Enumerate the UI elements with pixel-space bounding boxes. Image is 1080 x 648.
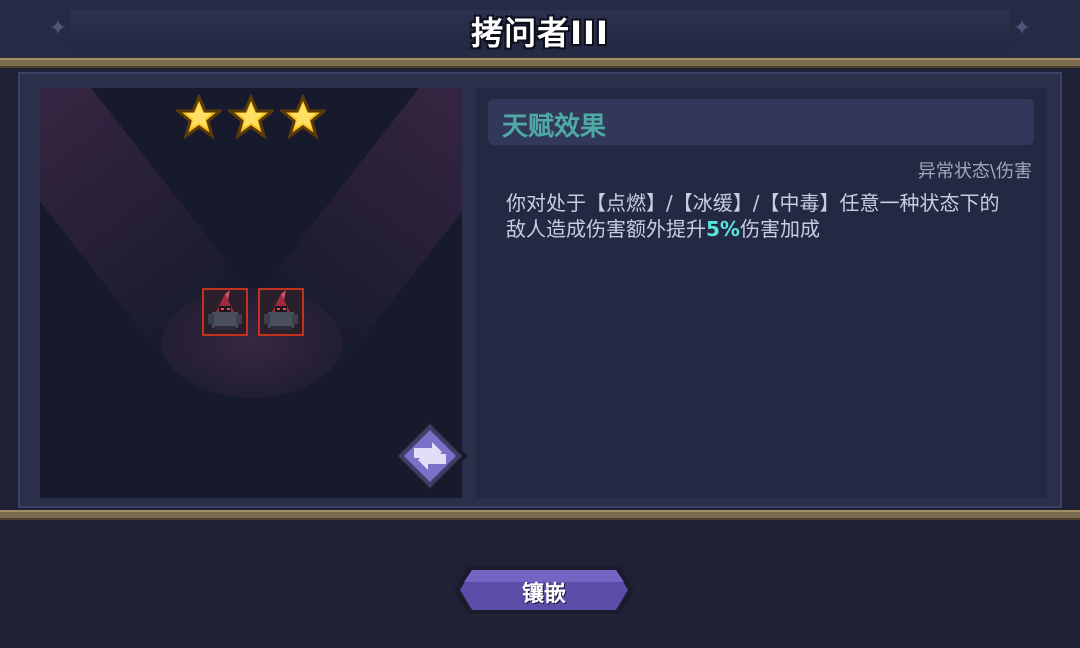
star-rating: [176, 94, 336, 140]
swap-arrows-icon: [392, 418, 468, 494]
talent-section-title: 天赋效果: [502, 112, 607, 142]
embed-button[interactable]: 镶嵌: [452, 564, 636, 616]
star-icon: [176, 94, 222, 140]
talent-header: 天赋效果: [488, 99, 1034, 145]
swap-button[interactable]: [388, 414, 472, 498]
bottom-rail: [0, 510, 1080, 520]
embed-button-label: 镶嵌: [521, 582, 566, 607]
star-icon: [228, 94, 274, 140]
talent-description: 你对处于【点燃】/【冰缓】/【中毒】任意一种状态下的敌人造成伤害额外提升5%伤害…: [506, 190, 1016, 242]
page-title: 拷问者III: [471, 14, 609, 52]
torturer-unit-icon[interactable]: [202, 288, 248, 336]
star-icon: [280, 94, 326, 140]
floor-glow: [162, 288, 342, 398]
talent-detail-screen: ✦ ✦ 拷问者III 天赋效果 异常状态\伤害 你对处于【点燃】/【冰缓】/【中…: [0, 0, 1080, 648]
title-bar: ✦ ✦ 拷问者III: [0, 0, 1080, 61]
talent-category: 异常状态\伤害: [917, 161, 1032, 182]
torturer-sprite-icon: [208, 290, 242, 330]
torturer-sprite-icon: [264, 290, 298, 330]
top-rail: [0, 58, 1080, 68]
bonus-value: 5%: [706, 217, 740, 241]
description-suffix: 伤害加成: [739, 217, 820, 241]
torturer-unit-icon[interactable]: [258, 288, 304, 336]
talent-info-panel: [476, 88, 1046, 498]
